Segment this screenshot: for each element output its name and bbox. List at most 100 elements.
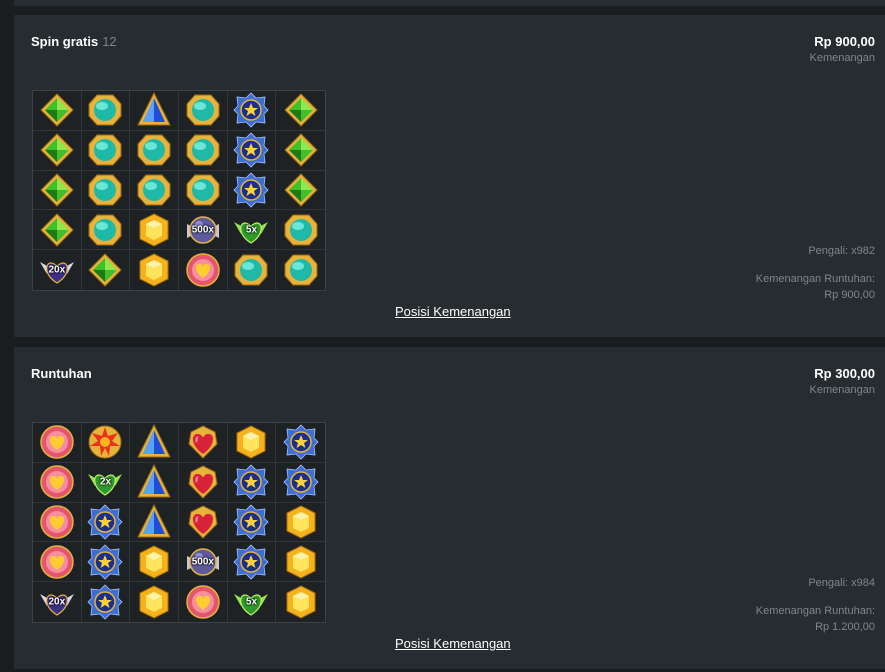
multiplier-value: 500x <box>191 556 214 568</box>
reel-cell <box>130 542 179 583</box>
round-title: Runtuhan <box>31 366 92 381</box>
reel-cell <box>276 131 325 171</box>
winning-positions-link[interactable]: Posisi Kemenangan <box>395 636 511 651</box>
reel-cell <box>130 462 179 503</box>
blue-star-gem-icon <box>233 92 270 128</box>
reel-cell <box>276 210 325 251</box>
yellow-gem-icon <box>136 252 172 288</box>
reel-cell <box>227 462 277 503</box>
multiplier-value: 500x <box>191 224 214 236</box>
reel-cell <box>130 250 179 290</box>
reel-cell <box>81 210 131 251</box>
reel-cell: 500x <box>179 542 228 583</box>
cyan-gem-icon <box>87 212 123 248</box>
reel-cell <box>179 170 228 211</box>
reel-cell <box>81 91 131 131</box>
red-sun-gem-icon <box>87 424 123 460</box>
blue-star-gem-icon <box>87 504 124 540</box>
red-heart-gem-icon <box>185 504 221 540</box>
reel-cell <box>276 423 325 463</box>
reel-cell <box>33 130 82 171</box>
blue-pyramid-gem-icon <box>136 92 172 128</box>
reel-cell <box>33 502 82 543</box>
reel-cell: 20x <box>33 582 82 622</box>
round-panel-free-spin: Spin gratis 12 Rp 900,00 Kemenangan 500x… <box>14 15 885 337</box>
blue-star-gem-icon <box>283 424 319 460</box>
reel-cell <box>130 423 179 463</box>
reel-cell <box>227 170 277 211</box>
green-gem-icon <box>283 132 319 168</box>
reel-cell <box>130 170 179 211</box>
reel-cell <box>81 542 131 583</box>
reel-cell <box>81 423 131 463</box>
pink-heart-gem-icon <box>185 584 221 620</box>
multiplier-value: 5x <box>245 224 258 236</box>
reel-cell <box>179 582 228 622</box>
cyan-gem-icon <box>136 172 172 208</box>
winning-positions-link[interactable]: Posisi Kemenangan <box>395 304 511 319</box>
cyan-gem-icon <box>87 92 123 128</box>
reel-cell <box>227 130 277 171</box>
cyan-gem-icon <box>233 252 269 288</box>
cascade-win-label: Kemenangan Runtuhan: <box>755 605 875 617</box>
blue-star-gem-icon <box>233 544 270 580</box>
reel-cell <box>227 91 277 131</box>
reel-cell <box>227 423 277 463</box>
yellow-gem-icon <box>136 212 172 248</box>
reel-cell <box>33 462 82 503</box>
blue-pyramid-gem-icon <box>136 503 172 540</box>
reel-cell <box>179 502 228 543</box>
reel-cell <box>276 582 325 622</box>
round-title: Spin gratis 12 <box>31 34 117 49</box>
multiplier-value: 2x <box>99 476 112 488</box>
cyan-gem-icon <box>87 132 123 168</box>
cascade-win-value: Rp 1.200,00 <box>815 621 875 633</box>
reel-cell <box>130 502 179 543</box>
cyan-gem-icon <box>283 252 319 288</box>
reel-cell: 5x <box>227 210 277 251</box>
green-gem-icon <box>87 252 123 288</box>
blue-star-gem-icon <box>283 464 319 500</box>
yellow-gem-icon <box>283 544 319 580</box>
reel-cell <box>276 91 325 131</box>
pink-heart-gem-icon <box>39 424 75 460</box>
pink-heart-gem-icon <box>185 252 221 288</box>
reel-cell: 2x <box>81 462 131 503</box>
previous-panel-edge <box>14 0 885 6</box>
red-heart-gem-icon <box>185 464 221 500</box>
blue-star-gem-icon <box>233 464 270 500</box>
yellow-gem-icon <box>283 504 319 540</box>
free-spin-count: 12 <box>102 34 117 49</box>
reel-cell <box>33 542 82 583</box>
cyan-gem-icon <box>185 132 221 168</box>
cyan-gem-icon <box>283 212 319 248</box>
reel-cell: 20x <box>33 250 82 290</box>
cascade-win-value: Rp 900,00 <box>824 289 875 301</box>
green-gem-icon <box>39 172 75 208</box>
win-amount: Rp 300,00 <box>814 366 875 381</box>
reel-cell <box>33 210 82 251</box>
green-gem-icon <box>283 92 319 128</box>
cascade-win-label: Kemenangan Runtuhan: <box>755 273 875 285</box>
yellow-gem-icon <box>233 424 269 460</box>
cyan-gem-icon <box>136 132 172 168</box>
reel-cell <box>33 423 82 463</box>
reel-cell <box>179 462 228 503</box>
reel-cell <box>227 502 277 543</box>
round-title-text: Spin gratis <box>31 34 99 49</box>
multiplier-value: 20x <box>48 596 66 608</box>
reel-cell: 5x <box>228 582 277 622</box>
multiplier-total: Pengali: x984 <box>808 577 875 589</box>
reel-cell <box>276 503 325 543</box>
reel-cell <box>82 250 131 290</box>
reel-cell <box>81 130 131 171</box>
reel-cell <box>276 542 325 583</box>
yellow-gem-icon <box>136 544 172 580</box>
blue-star-gem-icon <box>233 172 270 208</box>
reel-grid: 500x 5x 20x <box>32 90 326 291</box>
reel-cell <box>81 170 131 211</box>
green-gem-icon <box>39 92 75 128</box>
blue-star-gem-icon <box>87 544 124 580</box>
green-gem-icon <box>39 212 75 248</box>
win-amount: Rp 900,00 <box>814 34 875 49</box>
